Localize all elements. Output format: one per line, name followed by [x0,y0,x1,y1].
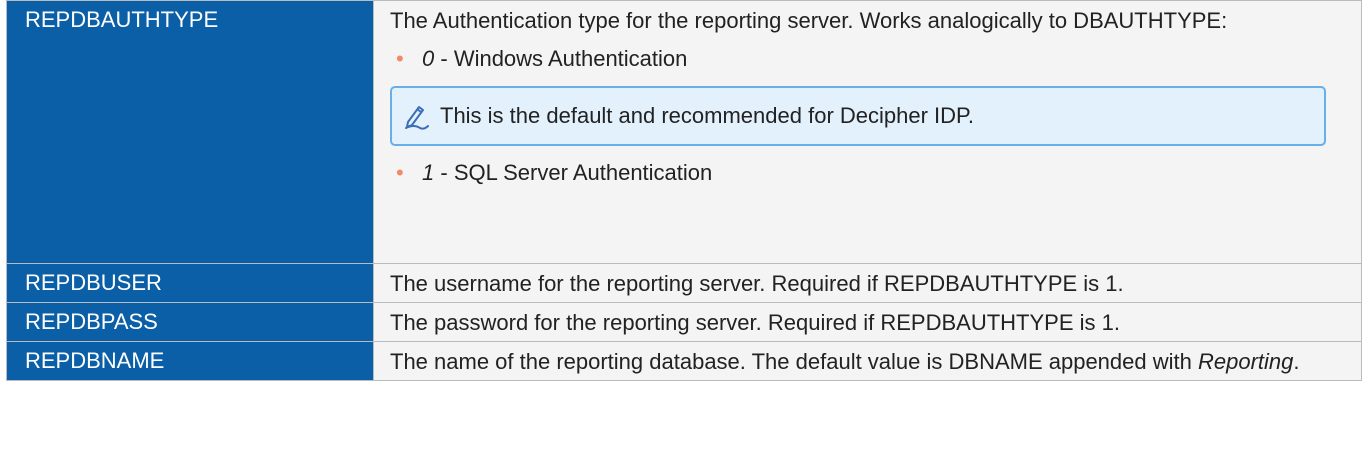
pencil-icon [405,106,429,130]
options-list: • 0 - Windows Authentication [390,44,1347,74]
table-row: REPDBUSER The username for the reporting… [6,263,1362,303]
param-description-emphasis: Reporting [1197,349,1294,374]
options-list: • 1 - SQL Server Authentication [390,158,1347,188]
param-name-cell: REPDBUSER [6,263,374,303]
option-separator: - [434,160,454,185]
option-label: SQL Server Authentication [453,160,713,185]
option-value: 0 [422,46,435,71]
bullet-icon: • [396,46,404,71]
param-description-end: . [1293,349,1300,374]
param-description-cell: The name of the reporting database. The … [373,341,1362,381]
param-name-cell: REPDBNAME [6,341,374,381]
option-separator: - [434,46,454,71]
bullet-icon: • [396,160,404,185]
param-description: The Authentication type for the reportin… [390,8,1228,33]
list-item: • 0 - Windows Authentication [390,44,1347,74]
param-description: The name of the reporting database. The … [390,349,1198,374]
param-name-cell: REPDBAUTHTYPE [6,0,374,264]
param-description: The password for the reporting server. R… [390,310,1120,335]
param-name: REPDBNAME [25,348,165,373]
param-description-cell: The Authentication type for the reportin… [373,0,1362,264]
note-callout: This is the default and recommended for … [390,86,1326,146]
option-label: Windows Authentication [453,46,688,71]
param-name: REPDBAUTHTYPE [25,7,219,32]
param-description: The username for the reporting server. R… [390,271,1124,296]
param-name: REPDBPASS [25,309,158,334]
param-name-cell: REPDBPASS [6,302,374,342]
note-text: This is the default and recommended for … [440,103,974,128]
option-value: 1 [422,160,435,185]
param-description-cell: The username for the reporting server. R… [373,263,1362,303]
list-item: • 1 - SQL Server Authentication [390,158,1347,188]
table-row: REPDBNAME The name of the reporting data… [6,341,1362,381]
param-name: REPDBUSER [25,270,162,295]
parameter-table: REPDBAUTHTYPE The Authentication type fo… [6,0,1362,381]
table-row: REPDBAUTHTYPE The Authentication type fo… [6,0,1362,264]
param-description-cell: The password for the reporting server. R… [373,302,1362,342]
table-row: REPDBPASS The password for the reporting… [6,302,1362,342]
